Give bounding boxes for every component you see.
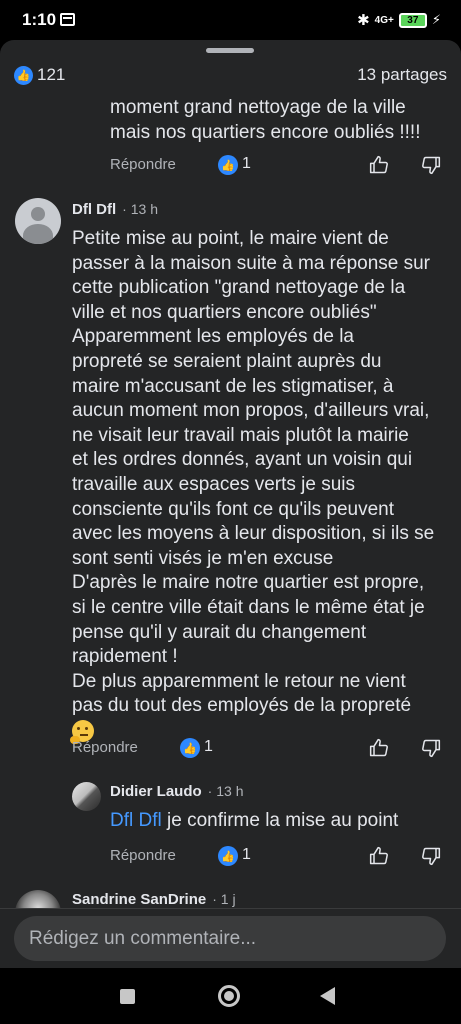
- comment-line: mais nos quartiers encore oubliés !!!!: [110, 121, 421, 143]
- comment-line: pense qu'il y aurait du changement: [72, 621, 367, 643]
- thumbs-down-icon[interactable]: [420, 737, 442, 759]
- comment-line: maire m'accusant de les stigmatiser, à: [72, 375, 394, 397]
- battery-icon: 37: [398, 12, 427, 28]
- recents-icon[interactable]: [120, 989, 135, 1004]
- reaction-count[interactable]: 1: [204, 738, 213, 756]
- comment-author[interactable]: Dfl Dfl: [72, 201, 116, 218]
- likes-count[interactable]: 121: [37, 65, 65, 85]
- avatar[interactable]: [15, 198, 61, 244]
- comment-author[interactable]: Sandrine SanDrine: [72, 891, 206, 908]
- comment-text: Petite mise au point, le maire vient de …: [70, 227, 457, 744]
- thumbs-up-icon[interactable]: [368, 154, 390, 176]
- comment-line: Apparemment les employés de la: [72, 326, 354, 348]
- network-label: 4G+: [374, 14, 394, 26]
- next-comment-author-line: Sandrine SanDrine · 1 j: [72, 891, 236, 908]
- comment-line: D'après le maire notre quartier est prop…: [72, 572, 425, 594]
- comment-line: propreté se seraient plaint auprès du: [72, 350, 382, 372]
- avatar[interactable]: [72, 782, 101, 811]
- thumbs-down-icon[interactable]: [420, 154, 442, 176]
- comment-line: rapidement !: [72, 646, 178, 668]
- reply-button[interactable]: Répondre: [72, 739, 138, 756]
- shares-count[interactable]: 13 partages: [357, 65, 447, 85]
- calendar-icon: [60, 13, 75, 26]
- comment-actions: Répondre 👍 1: [72, 735, 445, 761]
- bluetooth-icon: ✱: [357, 12, 370, 29]
- comment-line: et les ordres donnés, ayant un voisin qu…: [72, 449, 413, 471]
- comment-line: aucun moment mon propos, d'ailleurs vrai…: [72, 400, 430, 422]
- thumbs-up-icon[interactable]: [368, 845, 390, 867]
- comment-time: · 13 h: [122, 201, 158, 217]
- comment-line: consciente qu'ils font ce qu'ils peuvent: [72, 498, 395, 520]
- reply-author[interactable]: Didier Laudo: [110, 783, 202, 800]
- comment-line: sont senti visés je m'en excuse: [72, 547, 334, 569]
- reaction-count[interactable]: 1: [242, 846, 251, 864]
- comment-line: ville et nos quartiers encore oubliés": [72, 301, 377, 323]
- status-bar: 1:10 ✱ 4G+ 37 ⚡: [0, 0, 461, 40]
- back-icon[interactable]: [320, 987, 335, 1005]
- battery-level: 37: [407, 14, 419, 26]
- post-summary: 👍 121 13 partages: [14, 65, 447, 87]
- like-reaction-icon: 👍: [180, 738, 200, 758]
- comment-line: avec les moyens à leur disposition, si i…: [72, 523, 435, 545]
- charging-icon: ⚡: [431, 12, 441, 27]
- status-time: 1:10: [22, 10, 57, 29]
- comment-line: moment grand nettoyage de la ville: [110, 97, 406, 118]
- home-icon[interactable]: [218, 985, 240, 1007]
- comment-line: passer à la maison suite à ma réponse su…: [72, 252, 431, 274]
- reply-actions: Répondre 👍 1: [110, 843, 445, 869]
- like-reaction-icon: 👍: [218, 846, 238, 866]
- reply-text: Dfl Dfl je confirme la mise au point: [110, 810, 455, 832]
- comment-line: si le centre ville était dans le même ét…: [72, 596, 425, 618]
- comment-time-value: 13 h: [130, 201, 158, 217]
- thumbs-down-icon[interactable]: [420, 845, 442, 867]
- comment-composer: [0, 908, 461, 968]
- like-reaction-icon: 👍: [14, 66, 33, 85]
- reply-button[interactable]: Répondre: [110, 156, 176, 173]
- mention-link[interactable]: Dfl Dfl: [110, 810, 162, 831]
- thumbs-up-icon[interactable]: [368, 737, 390, 759]
- comments-sheet: 👍 121 13 partages moment grand nettoyage…: [0, 40, 461, 968]
- comment-line: pas du tout des employés de la propreté: [72, 695, 412, 717]
- comment-line: cette publication "grand nettoyage de la: [72, 277, 406, 299]
- reply-body: je confirme la mise au point: [161, 810, 399, 831]
- like-reaction-icon: 👍: [218, 155, 238, 175]
- comment-line: ne visait leur travail mais plutôt la ma…: [72, 424, 409, 446]
- comment-line: travaille aux espaces verts je suis: [72, 473, 356, 495]
- previous-comment-text: moment grand nettoyage de la ville mais …: [110, 96, 455, 145]
- comment-time: · 1 j: [212, 891, 236, 907]
- reply-time: · 13 h: [207, 783, 244, 799]
- comment-author-line: Dfl Dfl · 13 h: [72, 201, 158, 218]
- reply-author-line: Didier Laudo · 13 h: [110, 783, 243, 800]
- comment-input[interactable]: [14, 916, 446, 961]
- comment-time-value: 1 j: [220, 891, 236, 907]
- reply-button[interactable]: Répondre: [110, 847, 176, 864]
- reaction-count[interactable]: 1: [242, 155, 251, 173]
- navigation-bar: [0, 968, 461, 1024]
- drag-handle[interactable]: [206, 48, 254, 53]
- reply-time-value: 13 h: [216, 783, 244, 799]
- status-icons: ✱ 4G+ 37 ⚡: [357, 11, 441, 29]
- comment-line: De plus apparemment le retour ne vient: [72, 670, 406, 692]
- previous-comment-actions: Répondre 👍 1: [110, 152, 445, 178]
- comment-line: Petite mise au point, le maire vient de: [72, 228, 389, 249]
